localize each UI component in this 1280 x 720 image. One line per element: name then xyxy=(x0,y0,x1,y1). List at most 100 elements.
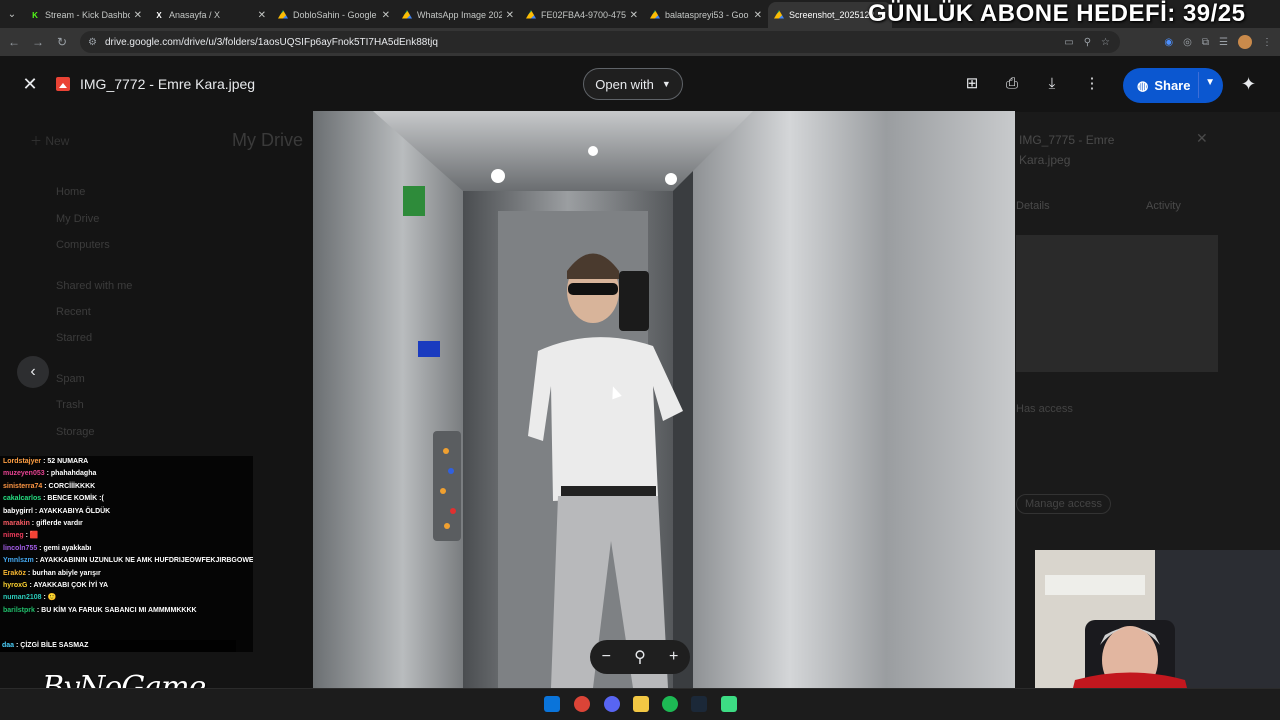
forward-icon[interactable]: → xyxy=(26,35,50,49)
chat-message: barilstprk : BU KİM YA FARUK SABANCI MI … xyxy=(0,605,253,617)
sidebar-item: Shared with me xyxy=(56,280,133,292)
gemini-spark-icon[interactable]: ✦ xyxy=(1241,74,1256,95)
open-with-button[interactable]: Open with ▼ xyxy=(583,68,683,100)
zoom-reset-icon[interactable]: ⚲ xyxy=(634,647,646,667)
tab-title: FE02FBA4-9700-4750 xyxy=(541,10,626,20)
chat-message: numan2108 : 🙂 xyxy=(0,592,253,604)
browser-tab[interactable]: K Stream - Kick Dashbo ✕ xyxy=(24,2,148,28)
share-dropdown-icon[interactable]: ▼ xyxy=(1205,77,1215,88)
chat-text: phahahdagha xyxy=(50,470,97,478)
subscriber-goal-overlay: GÜNLÜK ABONE HEDEFİ: 39/25 xyxy=(868,0,1246,27)
file-explorer-icon[interactable] xyxy=(633,696,649,712)
tab-close-icon[interactable]: ✕ xyxy=(382,10,390,21)
google-drive-icon xyxy=(402,10,412,19)
chat-message: Ymnlszm : AYAKKABININ UZUNLUK NE AMK HUF… xyxy=(0,555,253,567)
details-file-title: IMG_7775 - Emre Kara.jpeg xyxy=(1019,133,1115,167)
tab-close-icon[interactable]: ✕ xyxy=(754,10,762,21)
download-icon[interactable]: ⤓ xyxy=(1042,74,1062,94)
chat-text: 🙂 xyxy=(47,594,57,602)
activity-tab[interactable]: Activity xyxy=(1146,200,1181,212)
reload-icon[interactable]: ↻ xyxy=(50,35,74,49)
chat-message: babygirrl : AYAKKABIYA ÖLDÜK xyxy=(0,506,253,518)
url-bar[interactable]: ⚙ drive.google.com/drive/u/3/folders/1ao… xyxy=(80,31,1120,53)
chat-username: Lordstajyer xyxy=(3,458,42,465)
chat-message: cakalcarlos : BENCE KOMİK :( xyxy=(0,493,253,505)
google-drive-icon xyxy=(650,10,660,19)
print-icon[interactable]: ⎙ xyxy=(1002,74,1022,94)
elevator-selfie-photo xyxy=(313,111,1015,688)
details-close-icon[interactable]: ✕ xyxy=(1196,130,1208,147)
tab-title: WhatsApp Image 202 xyxy=(417,10,502,20)
chat-username: barilstprk xyxy=(3,606,35,614)
chat-text: BENCE KOMİK :( xyxy=(47,495,104,503)
share-button[interactable]: ◍ Share ▼ xyxy=(1123,68,1223,103)
image-preview xyxy=(313,111,1015,688)
zoom-icon[interactable]: ⚲ xyxy=(1084,37,1091,48)
tab-close-icon[interactable]: ✕ xyxy=(506,10,514,21)
chat-text: BU KİM YA FARUK SABANCI MI AMMMMKKKK xyxy=(41,606,197,614)
globe-icon: ◍ xyxy=(1137,77,1149,93)
app-icon[interactable] xyxy=(721,696,737,712)
url-text: drive.google.com/drive/u/3/folders/1aosU… xyxy=(104,36,438,48)
sidebar-item: Recent xyxy=(56,306,91,318)
chrome-icon[interactable] xyxy=(574,696,590,712)
tab-close-icon[interactable]: ✕ xyxy=(258,10,266,21)
tab-title: Screenshot_2025122 xyxy=(789,10,874,20)
chat-username: cakalcarlos xyxy=(3,495,42,503)
profile-avatar[interactable] xyxy=(1238,35,1252,49)
tab-close-icon[interactable]: ✕ xyxy=(134,10,142,21)
chat-message: Eraköz : burhan abiyle yarışır xyxy=(0,568,253,580)
browser-tab[interactable]: FE02FBA4-9700-4750 ✕ xyxy=(520,2,644,28)
chat-text: burhan abiyle yarışır xyxy=(32,569,101,577)
extension-icon[interactable]: ◎ xyxy=(1183,37,1192,48)
previous-file-button[interactable]: ‹ xyxy=(17,356,49,388)
chevron-left-icon: ‹ xyxy=(30,363,36,380)
extension-icon[interactable]: ◉ xyxy=(1164,37,1173,48)
back-icon[interactable]: ← xyxy=(2,35,26,49)
details-thumbnail xyxy=(1016,235,1218,372)
extensions-puzzle-icon[interactable]: ⧉ xyxy=(1202,37,1209,48)
install-app-icon[interactable]: ▭ xyxy=(1064,37,1073,48)
bookmark-star-icon[interactable]: ☆ xyxy=(1101,37,1110,48)
chat-username: muzeyen053 xyxy=(3,470,45,478)
chat-username: numan2108 xyxy=(3,594,42,602)
tab-search-icon[interactable]: ⌄ xyxy=(0,0,24,28)
details-tab[interactable]: Details xyxy=(1016,200,1050,212)
who-has-access-label: Has access xyxy=(1016,403,1073,415)
sidebar-item: Starred xyxy=(56,332,93,344)
browser-tab[interactable]: balataspreyi53 - Goo ✕ xyxy=(644,2,768,28)
zoom-out-icon[interactable]: − xyxy=(602,648,611,666)
chat-message: Lordstajyer : 52 NUMARA xyxy=(0,456,253,468)
chat-username: babygirrl xyxy=(3,507,33,515)
chat-message: sinisterra74 : CORCİİİKKKK xyxy=(0,481,253,493)
chat-username: sinisterra74 xyxy=(3,482,43,490)
site-info-icon[interactable]: ⚙ xyxy=(88,37,97,48)
tab-title: balataspreyi53 - Goo xyxy=(665,10,749,20)
image-file-icon xyxy=(56,77,70,91)
close-viewer-icon[interactable]: ✕ xyxy=(20,74,40,94)
chat-text: AYAKKABININ UZUNLUK NE AMK HUFDRIJEOWFEK… xyxy=(39,557,253,565)
spotify-icon[interactable] xyxy=(662,696,678,712)
chat-text: AYAKKABI ÇOK İYİ YA xyxy=(33,582,109,590)
more-actions-icon[interactable]: ⋮ xyxy=(1082,74,1102,94)
chat-username: nimeg xyxy=(3,532,24,540)
windows-start-icon[interactable] xyxy=(544,696,560,712)
chat-text: giflerde vardır xyxy=(36,520,83,528)
chat-text: gemi ayakkabı xyxy=(43,544,92,552)
chat-username: lincoln755 xyxy=(3,544,38,552)
browser-tab[interactable]: X Anasayfa / X ✕ xyxy=(148,2,272,28)
zoom-in-icon[interactable]: + xyxy=(669,648,678,666)
chat-username: marakin xyxy=(3,520,30,528)
steam-icon[interactable] xyxy=(691,696,707,712)
browser-menu-icon[interactable]: ⋮ xyxy=(1262,37,1272,48)
manage-access-button[interactable]: Manage access xyxy=(1016,494,1112,514)
reading-list-icon[interactable]: ☰ xyxy=(1219,37,1228,48)
discord-icon[interactable] xyxy=(604,696,620,712)
caret-down-icon: ▼ xyxy=(661,79,671,89)
browser-tab[interactable]: DobloSahin - Google ✕ xyxy=(272,2,396,28)
tab-close-icon[interactable]: ✕ xyxy=(630,10,638,21)
browser-tab[interactable]: WhatsApp Image 202 ✕ xyxy=(396,2,520,28)
add-comment-icon[interactable]: ⊞ xyxy=(962,74,982,94)
open-with-label: Open with xyxy=(595,76,654,92)
tab-title: Anasayfa / X xyxy=(169,10,221,20)
